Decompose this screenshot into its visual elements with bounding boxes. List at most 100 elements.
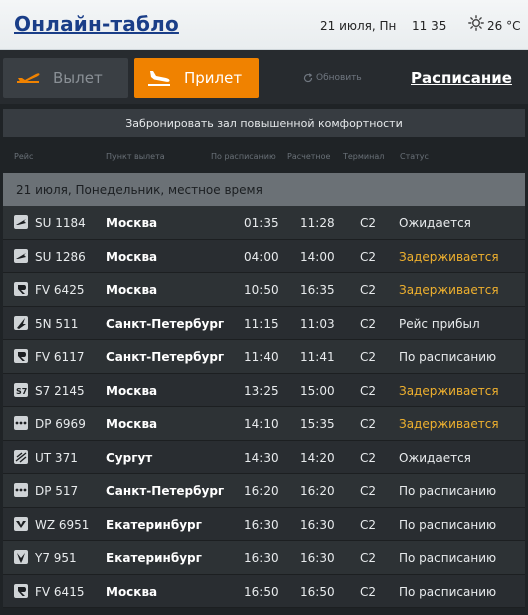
estimated-time: 16:30 (300, 551, 335, 565)
flight-number: SU 1184 (35, 216, 86, 230)
col-flight: Рейс (14, 152, 34, 161)
flight-status: По расписанию (399, 484, 497, 498)
terminal: C2 (360, 316, 377, 331)
table-header: Рейс Пункт вылета По расписанию Расчетно… (0, 148, 528, 166)
origin-city: Москва (106, 417, 158, 431)
flight-number: FV 6425 (35, 283, 85, 297)
estimated-time: 11:03 (300, 316, 335, 331)
flights-table: SU 1184 Москва 01:35 11:28 C2 Ожидается SU 128… (3, 206, 525, 608)
estimated-time: 15:35 (300, 417, 335, 431)
col-estimated: Расчетное (287, 152, 331, 161)
aeroflot-logo-icon (14, 248, 28, 263)
flight-status: По расписанию (399, 350, 497, 364)
origin-city: Москва (106, 584, 158, 599)
origin-city: Санкт-Петербург (106, 484, 225, 498)
scheduled-time: 01:35 (244, 216, 279, 230)
terminal: C2 (360, 551, 377, 565)
aeroflot-logo-icon (14, 215, 28, 229)
toolbar: Вылет Прилет Обновить Расписание (0, 50, 528, 104)
estimated-time: 16:30 (300, 517, 335, 532)
schedule-link[interactable]: Расписание (411, 69, 512, 87)
origin-city: Екатеринбург (106, 517, 202, 532)
table-row[interactable]: DP 517 Санкт-Петербург 16:20 16:20 C2 По расп… (3, 474, 525, 508)
flight-status: Ожидается (399, 450, 471, 465)
scheduled-time: 11:40 (244, 350, 279, 364)
flight-number: WZ 6951 (35, 517, 90, 532)
origin-city: Москва (106, 283, 158, 297)
estimated-time: 14:00 (300, 249, 335, 264)
sun-icon (468, 15, 484, 31)
svg-text:S7: S7 (16, 387, 27, 396)
origin-city: Москва (106, 249, 158, 264)
origin-city: Москва (106, 216, 158, 230)
terminal: C2 (360, 383, 377, 398)
tab-departure[interactable]: Вылет (3, 58, 128, 98)
table-row[interactable]: WZ 6951 Екатеринбург 16:30 16:30 C2 По распис… (3, 507, 525, 541)
estimated-time: 16:35 (300, 283, 335, 297)
pobeda-logo-icon (14, 416, 28, 430)
table-row[interactable]: 5N 511 Санкт-Петербург 11:15 11:03 C2 Рейс пр… (3, 306, 525, 340)
flight-status: По расписанию (399, 551, 497, 565)
table-row[interactable]: S7 S7 2145 Москва 13:25 15:00 C2 Задерживается (3, 373, 525, 407)
flight-status: Ожидается (399, 216, 471, 230)
table-row[interactable]: SU 1286 Москва 04:00 14:00 C2 Задерживается (3, 239, 525, 273)
origin-city: Екатеринбург (106, 551, 202, 565)
redwings-logo-icon (14, 516, 28, 531)
terminal: C2 (360, 584, 377, 599)
terminal: C2 (360, 216, 377, 230)
table-row[interactable]: Y7 951 Екатеринбург 16:30 16:30 C2 По расписа… (3, 541, 525, 575)
origin-city: Сургут (106, 450, 153, 465)
scheduled-time: 16:50 (244, 584, 279, 599)
estimated-time: 14:20 (300, 450, 335, 465)
flight-number: UT 371 (35, 450, 78, 465)
flight-status: Рейс прибыл (399, 316, 480, 331)
estimated-time: 11:41 (300, 350, 335, 364)
terminal: C2 (360, 517, 377, 532)
flight-number: S7 2145 (35, 383, 85, 398)
table-row[interactable]: SU 1184 Москва 01:35 11:28 C2 Ожидается (3, 206, 525, 240)
scheduled-time: 13:25 (244, 383, 279, 398)
refresh-icon (303, 73, 313, 83)
tab-arrival-label: Прилет (184, 69, 243, 87)
scheduled-time: 14:10 (244, 417, 279, 431)
page-title[interactable]: Онлайн-табло (14, 12, 179, 36)
table-row[interactable]: FV 6117 Санкт-Петербург 11:40 11:41 C2 По рас… (3, 340, 525, 374)
estimated-time: 16:20 (300, 484, 335, 498)
nordstar-logo-icon (14, 550, 28, 564)
scheduled-time: 16:30 (244, 517, 279, 532)
origin-city: Санкт-Петербург (106, 316, 225, 331)
terminal: C2 (360, 417, 377, 431)
temperature: 26 °C (487, 19, 521, 33)
terminal: C2 (360, 283, 377, 297)
flight-status: Задерживается (399, 383, 499, 398)
day-header: 21 июля, Понедельник, местное время (3, 173, 525, 206)
col-scheduled: По расписанию (211, 152, 276, 161)
utair-logo-icon (14, 449, 28, 464)
pobeda-logo-icon (14, 483, 28, 497)
flight-number: SU 1286 (35, 249, 86, 264)
header-date: 21 июля, Пн (320, 19, 397, 33)
refresh-button[interactable]: Обновить (303, 73, 362, 83)
header-time: 11 35 (412, 19, 447, 33)
flight-status: По расписанию (399, 584, 497, 599)
estimated-time: 16:50 (300, 584, 335, 599)
table-row[interactable]: FV 6415 Москва 16:50 16:50 C2 По расписанию (3, 574, 525, 608)
flight-status: По расписанию (399, 517, 497, 532)
scheduled-time: 16:30 (244, 551, 279, 565)
scheduled-time: 10:50 (244, 283, 279, 297)
table-row[interactable]: UT 371 Сургут 14:30 14:20 C2 Ожидается (3, 440, 525, 474)
origin-city: Москва (106, 383, 158, 398)
table-row[interactable]: DP 6969 Москва 14:10 15:35 C2 Задерживается (3, 407, 525, 441)
table-row[interactable]: FV 6425 Москва 10:50 16:35 C2 Задерживается (3, 273, 525, 307)
booking-banner[interactable]: Забронировать зал повышенной комфортност… (3, 109, 525, 137)
flight-status: Задерживается (399, 283, 499, 297)
rossiya-logo-icon (14, 282, 28, 296)
estimated-time: 15:00 (300, 383, 335, 398)
nordavia-logo-icon (14, 315, 28, 330)
flight-status: Задерживается (399, 417, 499, 431)
s7-logo-icon: S7 (14, 382, 28, 397)
tab-departure-label: Вылет (53, 69, 103, 87)
scheduled-time: 04:00 (244, 249, 279, 264)
terminal: C2 (360, 350, 377, 364)
tab-arrival[interactable]: Прилет (134, 58, 259, 98)
